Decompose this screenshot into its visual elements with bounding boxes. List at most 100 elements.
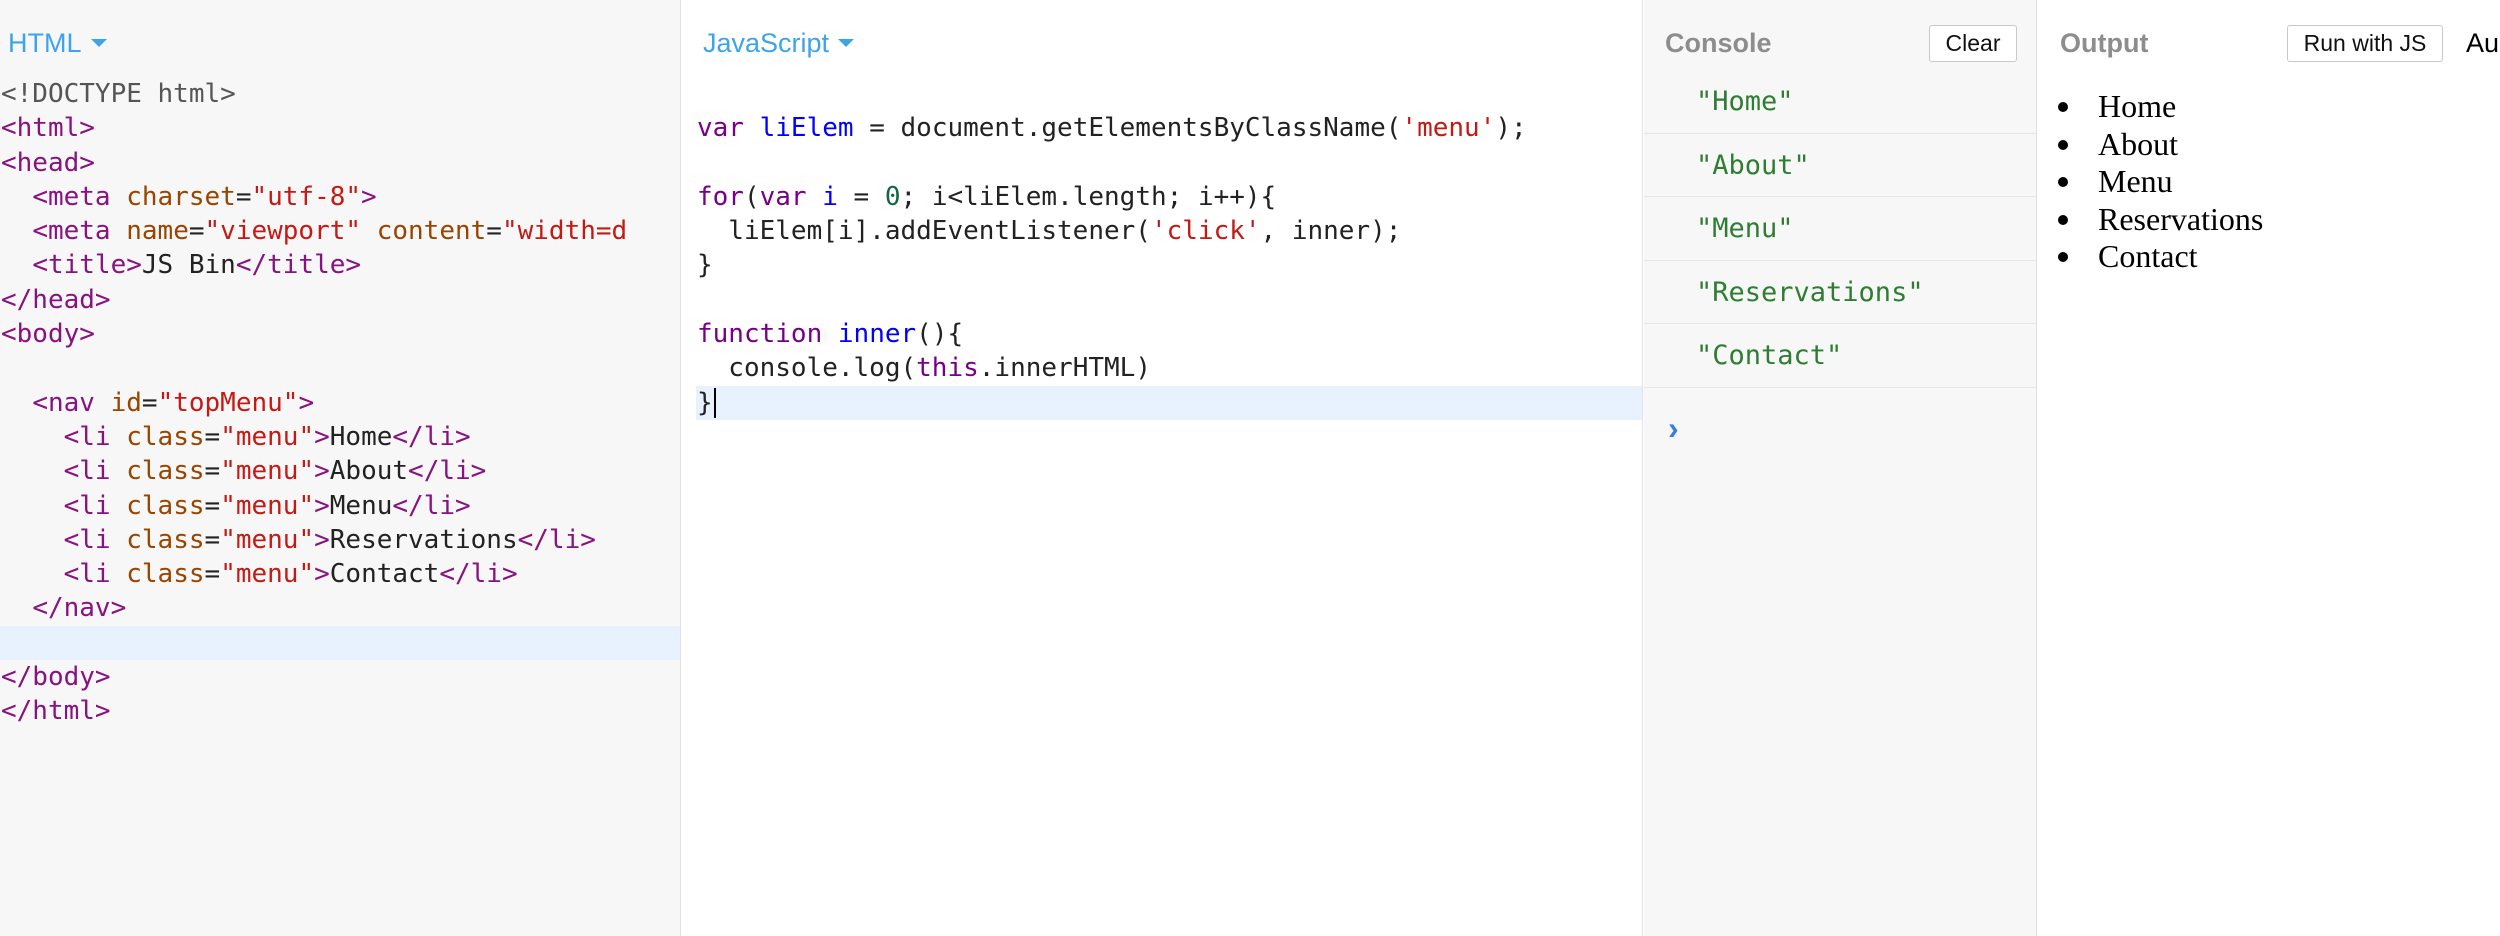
code-line[interactable]: </head> — [0, 283, 680, 317]
code-line[interactable]: <meta charset="utf-8"> — [0, 180, 680, 214]
code-token: > — [314, 421, 330, 452]
code-token: </li> — [439, 559, 518, 590]
code-token: </li> — [392, 421, 471, 452]
code-token: (){ — [916, 319, 964, 350]
code-token: function — [697, 319, 838, 350]
code-token: <meta — [32, 181, 127, 212]
code-line[interactable] — [696, 77, 1642, 111]
console-log-entry: "About" — [1644, 134, 2036, 197]
code-token: class — [126, 421, 205, 452]
output-menu-item[interactable]: Contact — [2057, 238, 2263, 276]
code-line[interactable]: <li class="menu">Contact</li> — [0, 557, 680, 591]
code-token: = — [486, 216, 502, 247]
code-token: > — [314, 490, 330, 521]
code-line[interactable] — [0, 625, 680, 661]
code-token: id — [110, 387, 142, 418]
code-token: <!DOCTYPE html> — [1, 79, 236, 109]
code-token: console.log( — [697, 353, 917, 384]
code-token: liElem — [759, 113, 854, 144]
html-code-editor[interactable]: <!DOCTYPE html> <html> <head> <meta charse… — [0, 77, 680, 729]
js-editor-panel[interactable]: JavaScript var liElem = document.getElem… — [682, 0, 1643, 936]
code-line[interactable] — [0, 351, 680, 385]
clear-console-button[interactable]: Clear — [1929, 25, 2017, 62]
code-token: 'click' — [1150, 216, 1261, 247]
code-token: About — [329, 456, 409, 487]
code-line[interactable]: var liElem = document.getElementsByClass… — [696, 111, 1642, 145]
code-token: i — [822, 181, 838, 212]
console-log-list: "Home" "About" "Menu" "Reservations" "Contac… — [1644, 70, 2036, 388]
output-menu-item[interactable]: Menu — [2057, 163, 2263, 201]
code-token: = — [188, 216, 205, 247]
console-prompt-icon[interactable]: › — [1668, 410, 1679, 447]
code-line[interactable]: </nav> — [0, 591, 680, 625]
code-line[interactable]: function inner(){ — [696, 317, 1642, 351]
code-line[interactable]: <li class="menu">Menu</li> — [0, 489, 680, 523]
code-token: </title> — [235, 250, 362, 281]
code-token: </li> — [392, 490, 471, 521]
code-line[interactable]: <html> — [0, 111, 680, 145]
code-line[interactable]: console.log(this.innerHTML) — [696, 351, 1642, 385]
code-token: } — [697, 387, 713, 418]
code-token: </head> — [1, 284, 111, 315]
auto-run-label[interactable]: Au — [2466, 26, 2499, 60]
code-token: ( — [743, 181, 760, 212]
code-line[interactable]: <meta name="viewport" content="width=d — [0, 214, 680, 248]
code-token: class — [126, 456, 205, 487]
code-token: class — [126, 524, 205, 555]
code-line[interactable]: <li class="menu">Reservations</li> — [0, 523, 680, 557]
run-with-js-button[interactable]: Run with JS — [2287, 25, 2443, 62]
output-menu-item[interactable]: Home — [2057, 88, 2263, 126]
code-token: liElem[i].addEventListener( — [697, 216, 1151, 247]
code-token: JS Bin — [141, 250, 236, 281]
code-line[interactable]: for(var i = 0; i<liElem.length; i++){ — [696, 180, 1642, 214]
code-line[interactable] — [696, 283, 1642, 317]
code-token: "menu" — [220, 421, 315, 452]
code-line[interactable]: <title>JS Bin</title> — [0, 248, 680, 282]
console-log-entry: "Menu" — [1644, 197, 2036, 261]
code-token: } — [697, 250, 713, 281]
js-panel-label: JavaScript — [703, 28, 830, 58]
code-token: <li — [63, 490, 127, 521]
code-token: var — [697, 113, 760, 144]
code-line[interactable]: </html> — [0, 694, 680, 728]
html-editor-panel[interactable]: HTML <!DOCTYPE html> <html> <head> <meta c… — [0, 0, 681, 936]
code-token: <li — [63, 559, 127, 590]
code-line[interactable]: <nav id="topMenu"> — [0, 386, 680, 420]
code-token: .innerHTML) — [978, 353, 1151, 384]
code-token: = — [204, 456, 221, 487]
code-token: <title> — [32, 250, 142, 281]
code-token: Home — [329, 421, 393, 452]
code-line[interactable]: } — [696, 385, 1642, 420]
text-cursor — [713, 388, 716, 419]
code-line[interactable] — [696, 146, 1642, 180]
output-menu-item[interactable]: Reservations — [2057, 201, 2263, 239]
code-token: <body> — [1, 319, 95, 350]
code-line[interactable]: liElem[i].addEventListener('click', inne… — [696, 214, 1642, 248]
code-line[interactable]: <head> — [0, 146, 680, 180]
js-code-editor[interactable]: var liElem = document.getElementsByClass… — [696, 77, 1642, 420]
code-token: this — [916, 353, 979, 384]
code-token: Reservations — [329, 524, 518, 555]
html-panel-dropdown[interactable]: HTML — [8, 26, 107, 60]
code-token: "menu" — [220, 456, 315, 487]
code-line[interactable]: </body> — [0, 660, 680, 694]
code-token: = document.getElementsByClassName( — [853, 113, 1402, 144]
code-line[interactable]: <!DOCTYPE html> — [0, 77, 680, 111]
code-token: = — [204, 524, 221, 555]
js-panel-dropdown[interactable]: JavaScript — [703, 26, 855, 60]
code-line[interactable]: <li class="menu">Home</li> — [0, 420, 680, 454]
code-line[interactable]: <body> — [0, 317, 680, 351]
code-token: = — [235, 181, 252, 212]
output-menu-item[interactable]: About — [2057, 126, 2263, 164]
code-line[interactable]: } — [696, 248, 1642, 282]
code-line[interactable]: <li class="menu">About</li> — [0, 454, 680, 488]
code-token: <head> — [1, 147, 95, 178]
